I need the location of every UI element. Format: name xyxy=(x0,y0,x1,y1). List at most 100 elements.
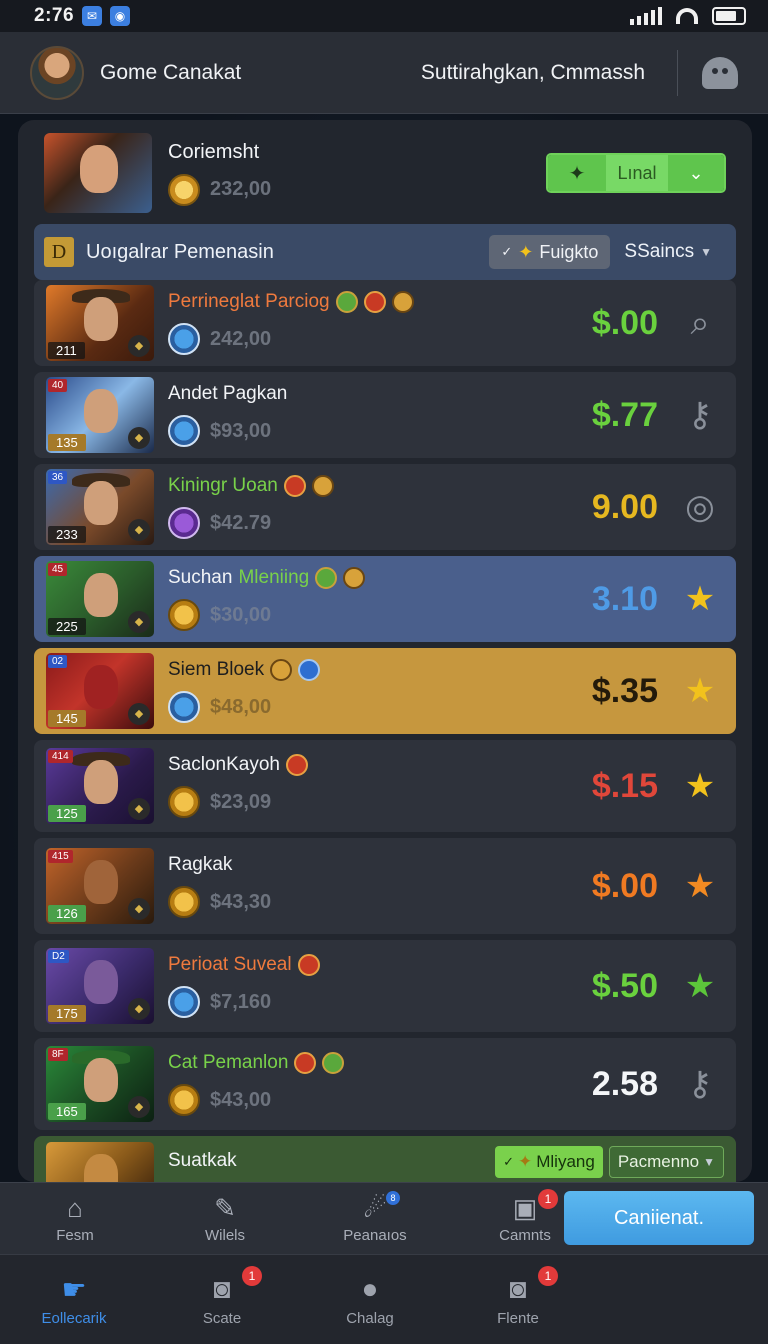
row-value: $93,00 xyxy=(210,419,272,442)
star-icon[interactable]: ★ xyxy=(676,575,724,623)
row-amount: $.35 xyxy=(591,671,658,710)
row-info: Cat Pemanlon $43,00 xyxy=(168,1052,548,1116)
row-name: Kiningr Uoan xyxy=(168,475,548,497)
medal-icon: ◆ xyxy=(128,335,150,357)
row-tag: 36 xyxy=(48,471,68,484)
box-icon: ▣ xyxy=(512,1192,538,1223)
ghost-icon[interactable] xyxy=(702,56,738,89)
tab-chalag[interactable]: ● Chalag xyxy=(296,1272,444,1327)
row-sub: $93,00 xyxy=(168,415,548,447)
profile-score: 232,00 xyxy=(210,178,272,200)
medal-icon: ◆ xyxy=(128,703,150,725)
row-rank: 125 xyxy=(48,805,86,822)
app-header: Gome Canakat Suttirahgkan, Cmmassh xyxy=(0,32,768,114)
row-actions: ✓ ✦ Mliyang Pacmenno ▼ xyxy=(495,1146,724,1178)
row-value: $48,00 xyxy=(210,695,272,718)
subnav-item-wrench[interactable]: ✎ Wilels xyxy=(150,1193,300,1245)
filter-bar: D Uoıgalrar Pemenasin ✓ ✦ Fuigkto SSainc… xyxy=(34,224,736,280)
row-thumbnail: 211 ◆ xyxy=(46,285,154,361)
list-item[interactable]: 8F 165 ◆ Cat Pemanlon $43,00 2.58 ⚷ xyxy=(34,1038,736,1130)
row-name: Siem Bloek xyxy=(168,659,548,681)
row-info: SaclonKayoh $23,09 xyxy=(168,754,548,818)
row-value: $43,30 xyxy=(210,890,272,913)
row-rank: 126 xyxy=(48,905,86,922)
bottom-nav: ☛ Eollecarik ◙ 1 Scate ● Chalag ◙ 1 Flen… xyxy=(0,1254,768,1344)
row-info: Kiningr Uoan $42.79 xyxy=(168,475,548,539)
profile-card: Coriemsht 232,00 ✦ Lınal ⌄ xyxy=(44,132,726,214)
wifi-icon xyxy=(676,8,698,24)
key-icon[interactable]: ⚷ xyxy=(676,1060,724,1108)
star-icon[interactable]: ★ xyxy=(676,762,724,810)
key-icon[interactable]: ⚷ xyxy=(676,391,724,439)
filter-dropdown[interactable]: ✓ ✦ Fuigkto xyxy=(489,235,611,269)
row-value: $23,09 xyxy=(210,790,272,813)
coin-icon xyxy=(168,886,200,918)
star-icon[interactable]: ★ xyxy=(676,667,724,715)
row-rank: 145 xyxy=(48,710,86,727)
row-info: Siem Bloek $48,00 xyxy=(168,659,548,723)
player-icon xyxy=(168,415,200,447)
list-item-current-user[interactable]: 02 145 ◆ Siem Bloek $48,00 $.35 ★ xyxy=(34,648,736,734)
profile-action-button[interactable]: ✦ Lınal ⌄ xyxy=(546,153,726,193)
row-amount: $.00 xyxy=(591,866,658,905)
sort-dropdown[interactable]: SSaincs ▼ xyxy=(624,241,712,263)
list-item-selected[interactable]: 45 225 ◆ Suchan Mleniing $30,00 3.10 ★ xyxy=(34,556,736,642)
badge-icon xyxy=(363,291,386,313)
row-info: Perrineglat Parciog 242,00 xyxy=(168,291,548,355)
row-sub: $30,00 xyxy=(168,599,548,631)
row-amount: $.00 xyxy=(591,303,658,342)
subnav-item-home[interactable]: ⌂ Fesm xyxy=(0,1193,150,1245)
row-name: Perioat Suveal xyxy=(168,954,548,976)
mliyang-chip[interactable]: ✓ ✦ Mliyang xyxy=(495,1146,603,1178)
badge-icon xyxy=(391,291,414,313)
coins-icon[interactable]: ◎ xyxy=(676,483,724,531)
continue-button[interactable]: Caniienat. xyxy=(564,1191,754,1245)
list-item-partial[interactable]: Suatkak ✓ ✦ Mliyang Pacmenno ▼ xyxy=(34,1136,736,1182)
medal-icon: ◆ xyxy=(128,798,150,820)
sparkle-icon: ✦ xyxy=(517,1152,533,1171)
row-info: Perioat Suveal $7,160 xyxy=(168,954,548,1018)
row-rank: 135 xyxy=(48,434,86,451)
profile-action-label: Lınal xyxy=(606,155,668,191)
badge-icon xyxy=(297,954,320,976)
row-name-extra: Mleniing xyxy=(238,567,310,588)
subnav-item-planet[interactable]: ☄ 8 Peanaıos xyxy=(300,1191,450,1244)
search-icon[interactable]: ⌕ xyxy=(676,299,724,347)
row-sub: $43,00 xyxy=(168,1084,548,1116)
tab-eollecarik[interactable]: ☛ Eollecarik xyxy=(0,1272,148,1328)
list-item[interactable]: D2 175 ◆ Perioat Suveal $7,160 $.50 ★ xyxy=(34,940,736,1032)
mail-notification-icon: ✉ xyxy=(82,6,103,26)
header-divider xyxy=(677,49,678,96)
row-amount: $.50 xyxy=(591,966,658,1005)
row-rank: 225 xyxy=(48,618,86,635)
list-item[interactable]: 40 135 ◆ Andet Pagkan $93,00 $.77 ⚷ xyxy=(34,372,736,458)
row-rank: 233 xyxy=(48,526,86,543)
filter-dropdown-label: Fuigkto xyxy=(539,241,599,262)
tab-flente[interactable]: ◙ 1 Flente xyxy=(444,1266,592,1327)
pacmenno-dropdown[interactable]: Pacmenno ▼ xyxy=(608,1146,724,1178)
camera-icon: ◙ xyxy=(509,1273,527,1304)
row-value: $30,00 xyxy=(210,603,272,626)
star-icon[interactable]: ★ xyxy=(676,862,724,910)
filter-badge: D xyxy=(44,237,74,267)
row-name: Andet Pagkan xyxy=(168,383,288,404)
list-item[interactable]: 415 126 ◆ Ragkak $43,30 $.00 ★ xyxy=(34,838,736,934)
row-name: Ragkak xyxy=(168,854,233,875)
row-sub: $43,30 xyxy=(168,886,548,918)
row-tag: 40 xyxy=(48,379,68,392)
badge-icon xyxy=(270,659,293,681)
list-item[interactable]: 36 233 ◆ Kiningr Uoan $42.79 9.00 ◎ xyxy=(34,464,736,550)
avatar[interactable] xyxy=(30,45,84,100)
star-icon[interactable]: ★ xyxy=(676,962,724,1010)
row-thumbnail: 02 145 ◆ xyxy=(46,653,154,729)
check-icon: ✓ xyxy=(503,1154,514,1169)
chevron-down-icon[interactable]: ⌄ xyxy=(668,155,724,191)
list-item[interactable]: 211 ◆ Perrineglat Parciog 242,00 $.00 ⌕ xyxy=(34,280,736,366)
tab-scate[interactable]: ◙ 1 Scate xyxy=(148,1266,296,1327)
row-rank: 175 xyxy=(48,1005,86,1022)
list-item[interactable]: 414 125 ◆ SaclonKayoh $23,09 $.15 ★ xyxy=(34,740,736,832)
sparkle-icon: ✦ xyxy=(518,241,534,262)
row-sub: $7,160 xyxy=(168,986,548,1018)
medal-icon: ◆ xyxy=(128,427,150,449)
row-name: Perrineglat Parciog xyxy=(168,291,548,313)
